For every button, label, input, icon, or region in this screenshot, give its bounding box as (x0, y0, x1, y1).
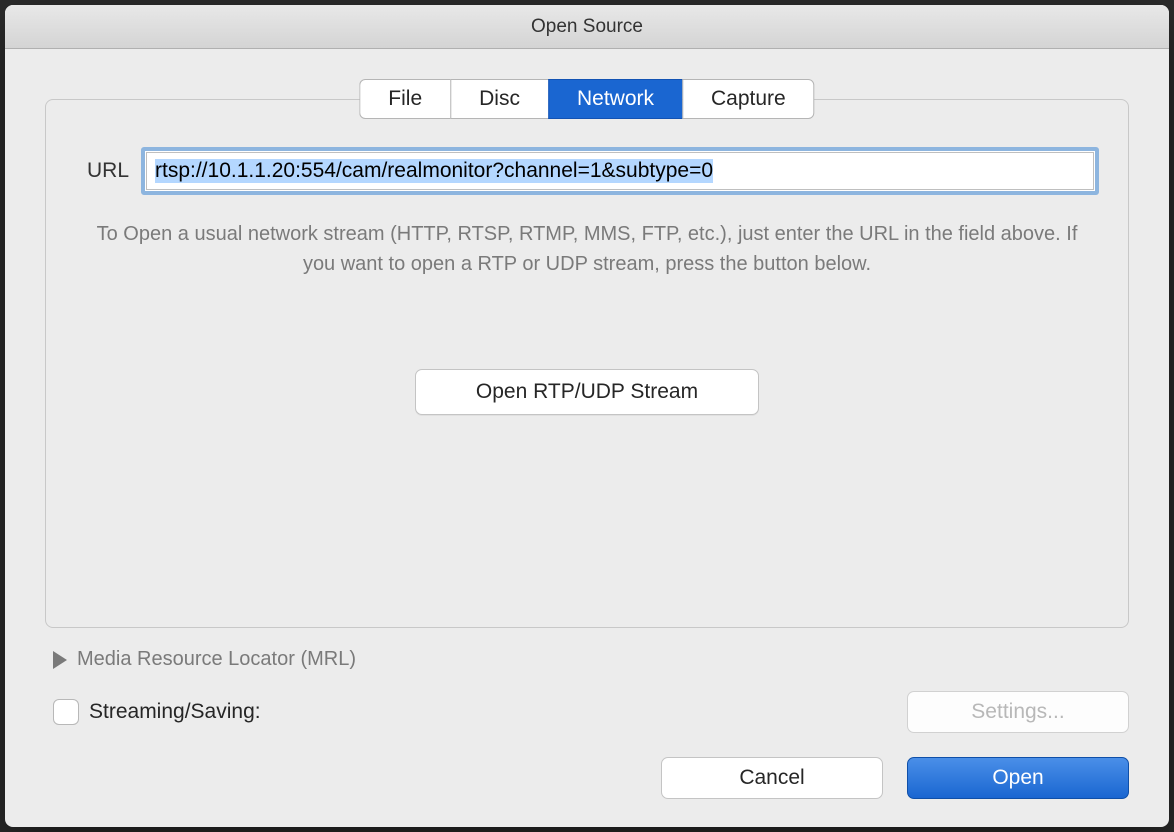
rtp-button-row: Open RTP/UDP Stream (75, 369, 1099, 415)
url-row: URL (75, 147, 1099, 195)
streaming-row: Streaming/Saving: Settings... (53, 691, 1129, 733)
tab-capture[interactable]: Capture (682, 79, 815, 119)
tab-row: File Disc Network Capture (359, 79, 814, 119)
settings-button: Settings... (907, 691, 1129, 733)
tab-capture-label: Capture (711, 87, 786, 111)
tab-disc[interactable]: Disc (450, 79, 548, 119)
content-area: File Disc Network Capture URL (5, 49, 1169, 827)
url-input-focus-ring (141, 147, 1099, 195)
titlebar: Open Source (5, 5, 1169, 49)
network-tab-content: URL To Open a usual network stream (HTTP… (75, 139, 1099, 608)
open-rtp-udp-button[interactable]: Open RTP/UDP Stream (415, 369, 759, 415)
disclosure-triangle-icon[interactable] (53, 651, 67, 669)
help-text: To Open a usual network stream (HTTP, RT… (75, 219, 1099, 279)
open-button[interactable]: Open (907, 757, 1129, 799)
window-title: Open Source (531, 16, 643, 38)
url-label: URL (75, 159, 129, 183)
url-input[interactable] (146, 152, 1094, 190)
tab-disc-label: Disc (479, 87, 520, 111)
mrl-row: Media Resource Locator (MRL) (53, 648, 1129, 671)
bottom-buttons: Cancel Open (45, 757, 1129, 807)
mrl-label: Media Resource Locator (MRL) (77, 648, 356, 671)
tab-frame: File Disc Network Capture URL (45, 79, 1129, 628)
streaming-saving-label: Streaming/Saving: (89, 700, 261, 724)
tab-file[interactable]: File (359, 79, 450, 119)
streaming-saving-checkbox[interactable] (53, 699, 79, 725)
tab-network[interactable]: Network (548, 79, 682, 119)
cancel-button[interactable]: Cancel (661, 757, 883, 799)
open-source-dialog: Open Source File Disc Network Capture (5, 5, 1169, 827)
tab-file-label: File (388, 87, 422, 111)
tab-network-label: Network (577, 87, 654, 111)
